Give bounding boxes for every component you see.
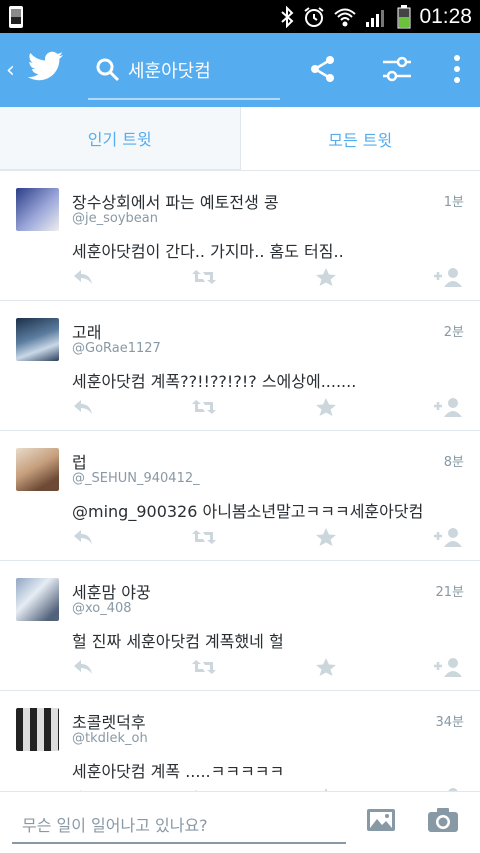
overflow-menu-icon[interactable] (452, 54, 462, 84)
chevron-left-icon[interactable]: ‹ (6, 58, 24, 83)
retweet-icon[interactable] (191, 528, 217, 546)
tweet-author-name: 럽 (72, 453, 87, 472)
phone-notification-icon (9, 5, 23, 28)
avatar[interactable] (16, 188, 59, 231)
signal-icon (366, 9, 385, 27)
twitter-bird-icon[interactable] (28, 51, 64, 81)
avatar[interactable] (16, 708, 59, 751)
tab-top-tweets[interactable]: 인기 트윗 (0, 107, 241, 170)
tweet-time: 1분 (443, 195, 464, 210)
follow-user-icon[interactable] (433, 657, 464, 677)
tweet-actions (72, 527, 464, 547)
follow-user-icon[interactable] (433, 267, 464, 287)
wifi-icon (334, 8, 357, 26)
tweet-author-handle: @_SEHUN_940412_ (72, 471, 200, 486)
compose-bar: 무슨 일이 일어나고 있나요? (0, 791, 480, 853)
tweet-time: 8분 (443, 455, 464, 470)
avatar[interactable] (16, 578, 59, 621)
avatar[interactable] (16, 318, 59, 361)
tweet-text: 세훈아닷컴이 간다.. 가지마.. 홈도 터짐.. (72, 242, 344, 261)
battery-icon (397, 4, 411, 28)
tweet-text: 헐 진짜 세훈아닷컴 계폭했네 헐 (72, 632, 284, 651)
tweet-feed[interactable]: 장수상회에서 파는 예토전생 콩 @je_soybean 1분 세훈아닷컴이 간… (0, 171, 480, 791)
search-query[interactable]: 세훈아닷컴 (128, 57, 211, 83)
tweet-actions (72, 267, 464, 287)
clock: 01:28 (419, 4, 472, 28)
tab-all-tweets[interactable]: 모든 트윗 (240, 107, 480, 170)
compose-tweet-input[interactable]: 무슨 일이 일어나고 있나요? (12, 812, 346, 844)
tweet-item[interactable]: 초콜렛덕후 @tkdlek_oh 34분 세훈아닷컴 계폭 .....ㅋㅋㅋㅋㅋ (0, 691, 480, 791)
share-icon[interactable] (310, 55, 336, 83)
favorite-star-icon[interactable] (315, 657, 337, 677)
filter-icon[interactable] (382, 55, 412, 83)
tweet-text: 세훈아닷컴 계폭 .....ㅋㅋㅋㅋㅋ (72, 762, 285, 781)
retweet-icon[interactable] (191, 658, 217, 676)
search-icon[interactable] (96, 58, 120, 82)
camera-icon[interactable] (427, 807, 459, 833)
image-icon[interactable] (366, 807, 396, 833)
search-underline (88, 98, 280, 100)
tab-bar: 인기 트윗 모든 트윗 (0, 107, 480, 171)
tweet-text: @ming_900326 아니봄소년말고ㅋㅋㅋ세훈아닷컴 (72, 502, 424, 521)
favorite-star-icon[interactable] (315, 397, 337, 417)
tweet-author-name: 세훈맘 야꿍 (72, 583, 151, 602)
reply-icon[interactable] (72, 658, 94, 676)
tweet-author-name: 초콜렛덕후 (72, 713, 146, 732)
tweet-author-name: 장수상회에서 파는 예토전생 콩 (72, 193, 279, 212)
retweet-icon[interactable] (191, 398, 217, 416)
reply-icon[interactable] (72, 528, 94, 546)
tweet-actions (72, 657, 464, 677)
tweet-item[interactable]: 고래 @GoRae1127 2분 세훈아닷컴 계폭??!!??!?!? 스에상에… (0, 301, 480, 431)
follow-user-icon[interactable] (433, 527, 464, 547)
status-bar: 01:28 (0, 0, 480, 33)
tweet-author-handle: @je_soybean (72, 211, 158, 226)
retweet-icon[interactable] (191, 268, 217, 286)
reply-icon[interactable] (72, 398, 94, 416)
tweet-author-handle: @tkdlek_oh (72, 731, 148, 746)
avatar[interactable] (16, 448, 59, 491)
alarm-icon (304, 6, 325, 27)
tweet-time: 34분 (435, 715, 464, 730)
tweet-actions (72, 397, 464, 417)
tweet-author-handle: @GoRae1127 (72, 341, 161, 356)
bluetooth-icon (281, 5, 294, 28)
tweet-text: 세훈아닷컴 계폭??!!??!?!? 스에상에....... (72, 372, 357, 391)
follow-user-icon[interactable] (433, 397, 464, 417)
reply-icon[interactable] (72, 268, 94, 286)
tweet-author-name: 고래 (72, 323, 102, 342)
tweet-item[interactable]: 세훈맘 야꿍 @xo_408 21분 헐 진짜 세훈아닷컴 계폭했네 헐 (0, 561, 480, 691)
favorite-star-icon[interactable] (315, 267, 337, 287)
app-bar: ‹ 세훈아닷컴 (0, 33, 480, 107)
tweet-item[interactable]: 럽 @_SEHUN_940412_ 8분 @ming_900326 아니봄소년말… (0, 431, 480, 561)
favorite-star-icon[interactable] (315, 527, 337, 547)
tweet-time: 2분 (443, 325, 464, 340)
tweet-time: 21분 (435, 585, 464, 600)
tweet-author-handle: @xo_408 (72, 601, 132, 616)
tweet-item[interactable]: 장수상회에서 파는 예토전생 콩 @je_soybean 1분 세훈아닷컴이 간… (0, 171, 480, 301)
